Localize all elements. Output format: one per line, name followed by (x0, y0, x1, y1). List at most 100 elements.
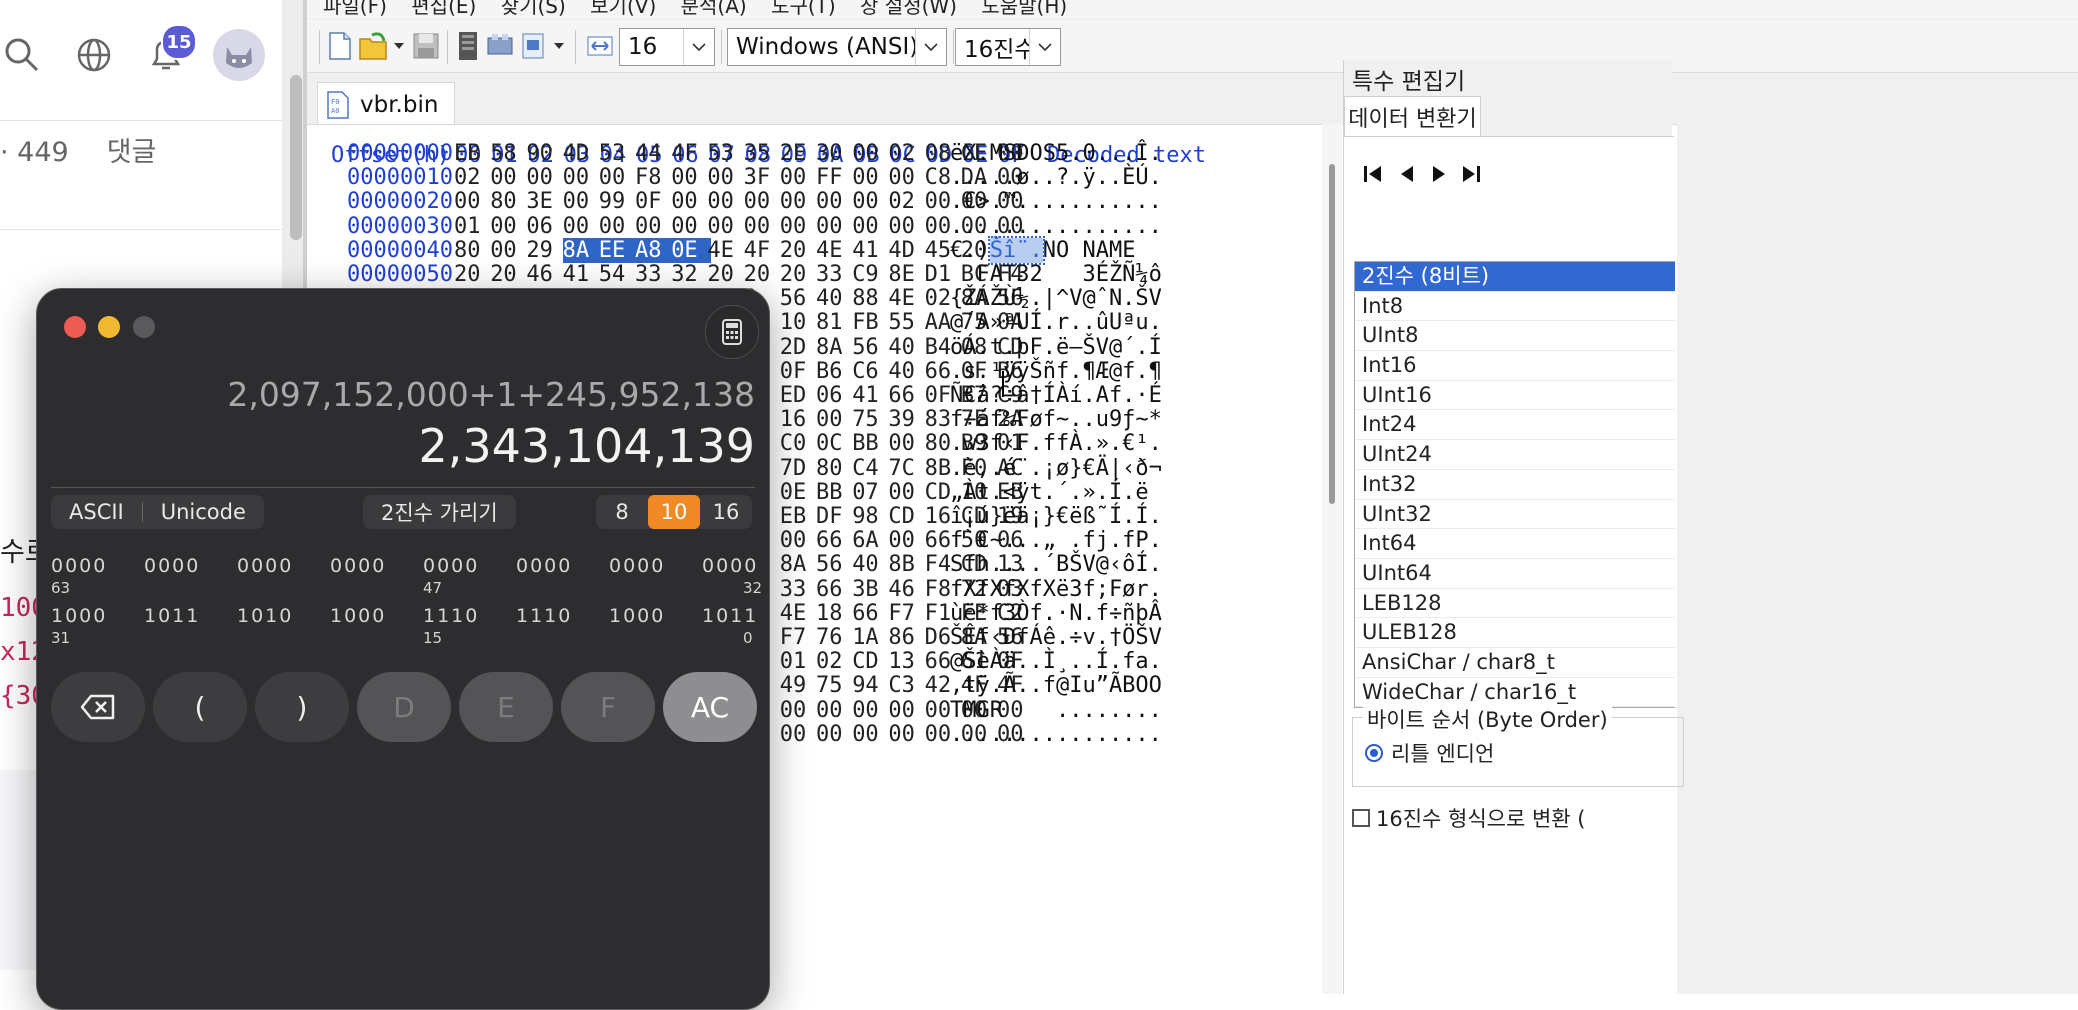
hex-byte[interactable]: 00 (707, 165, 747, 190)
decoded-text[interactable]: f`€~...„ .fj.fP. (950, 528, 1162, 553)
menu-item[interactable]: 파일(F) (323, 0, 387, 18)
hex-byte[interactable]: 53 (707, 141, 747, 166)
hex-byte[interactable]: 32 (671, 262, 711, 287)
decoded-text[interactable]: €.)Šî¨.NO NAME (950, 235, 1135, 265)
hex-byte[interactable]: 00 (816, 722, 856, 747)
open-file-icon[interactable] (357, 28, 391, 64)
hex-byte[interactable]: 4E (780, 601, 820, 626)
menu-item[interactable]: 도움말(H) (981, 0, 1067, 18)
hex-byte[interactable]: 41 (852, 383, 892, 408)
new-file-icon[interactable] (325, 28, 355, 64)
hex-byte[interactable]: 00 (599, 214, 639, 239)
hex-byte[interactable]: 94 (852, 673, 892, 698)
hex-e-button[interactable]: E (459, 672, 553, 742)
calculator-mode-icon[interactable] (705, 305, 759, 359)
hex-byte[interactable]: 00 (816, 214, 856, 239)
bit-group[interactable]: 1010 (237, 605, 293, 627)
hex-byte[interactable]: 00 (563, 189, 603, 214)
hex-byte[interactable]: 7C (888, 456, 928, 481)
hex-byte[interactable]: 8A (816, 335, 856, 360)
decoded-text[interactable]: ................ (950, 722, 1162, 747)
hex-byte[interactable]: 06 (816, 383, 856, 408)
decoded-text[interactable]: .s.¹ÿÿŠñf.¶Æ@f.¶ (950, 359, 1162, 384)
hex-byte[interactable]: EB (454, 141, 494, 166)
decoded-text[interactable]: öÁ.t.þF.ë–ŠV@´.Í (950, 335, 1162, 360)
hex-byte[interactable]: CD (852, 649, 892, 674)
open-paren-button[interactable]: ( (153, 672, 247, 742)
hex-byte[interactable]: 33 (635, 262, 675, 287)
hex-byte[interactable]: 00 (888, 480, 928, 505)
hex-byte[interactable]: 00 (888, 431, 928, 456)
data-type-row[interactable]: UInt64 (1355, 559, 1675, 589)
data-type-row[interactable]: Int8 (1355, 292, 1675, 322)
bit-group[interactable]: 1110 (423, 605, 479, 627)
menu-item[interactable]: 보기(V) (590, 0, 656, 18)
hex-byte[interactable]: 20 (780, 262, 820, 287)
data-type-row[interactable]: WideChar / char16_t (1355, 678, 1675, 708)
hex-byte[interactable]: 46 (888, 577, 928, 602)
decoded-text[interactable]: ,tÿ.Ã..f@Iu”ÃBOO (950, 673, 1162, 698)
hex-byte[interactable]: 66 (888, 383, 928, 408)
decoded-text[interactable]: î¡ú}ëä¡}€ëß˜Í.Í. (950, 504, 1162, 529)
hex-byte[interactable]: 0E (780, 480, 820, 505)
hex-byte[interactable]: 44 (635, 141, 675, 166)
hex-byte[interactable]: 33 (780, 577, 820, 602)
hex-byte[interactable]: C4 (852, 456, 892, 481)
decoded-text[interactable]: TMGR ........ (950, 698, 1162, 723)
hex-byte[interactable]: C9 (852, 262, 892, 287)
hex-byte[interactable]: 00 (780, 528, 820, 553)
globe-icon[interactable] (69, 30, 119, 80)
save-icon[interactable] (411, 28, 441, 64)
hex-byte[interactable]: 33 (816, 262, 856, 287)
hex-byte[interactable]: 20 (490, 262, 530, 287)
hex-d-button[interactable]: D (357, 672, 451, 742)
hex-byte[interactable]: FB (852, 310, 892, 335)
hex-byte[interactable]: 4E (816, 238, 856, 263)
hex-byte[interactable]: 39 (888, 407, 928, 432)
hex-byte[interactable]: 02 (816, 649, 856, 674)
menu-item[interactable]: 편집(E) (411, 0, 476, 18)
hex-byte[interactable]: BB (816, 480, 856, 505)
chevron-down-icon[interactable] (391, 28, 407, 64)
hex-byte[interactable]: 4F (671, 141, 711, 166)
decoded-text[interactable]: fXfXfXfXë3f;Før. (950, 577, 1162, 602)
decoded-text[interactable]: f÷áf‰Føf~..u9ƒ~* (950, 407, 1162, 432)
all-clear-button[interactable]: AC (663, 672, 757, 742)
hex-byte[interactable]: 20 (454, 262, 494, 287)
bit-group[interactable]: 0000 (237, 555, 293, 577)
hex-byte[interactable]: 00 (852, 189, 892, 214)
hex-byte[interactable]: 40 (816, 286, 856, 311)
hex-byte[interactable]: 00 (707, 214, 747, 239)
hex-byte[interactable]: 3F (744, 165, 784, 190)
hex-byte[interactable]: 00 (490, 165, 530, 190)
hex-byte[interactable]: 00 (780, 698, 820, 723)
hex-byte[interactable]: 00 (888, 528, 928, 553)
hex-byte[interactable]: BB (852, 431, 892, 456)
column-width-icon[interactable] (585, 28, 615, 64)
hex-byte[interactable]: 20 (744, 262, 784, 287)
hex-byte[interactable]: EE (598, 237, 639, 263)
decoded-text[interactable]: „Àt.<ÿt.´.».Í.ë (950, 480, 1149, 505)
bit-group[interactable]: 0000 (330, 555, 386, 577)
tab-data-converter[interactable]: 데이터 변환기 (1344, 96, 1481, 137)
bytes-per-row-select[interactable]: 16 (619, 28, 715, 66)
hex-byte[interactable]: 00 (852, 141, 892, 166)
bit-group[interactable]: 0000 (702, 555, 758, 577)
decoded-text[interactable]: @ŠèÀä..Ì¸..Í.fa. (950, 649, 1162, 674)
hex-byte[interactable]: 6A (852, 528, 892, 553)
hex-byte[interactable]: C0 (780, 431, 820, 456)
hex-byte[interactable]: 55 (888, 310, 928, 335)
hex-byte[interactable]: F7 (780, 625, 820, 650)
data-type-row[interactable]: LEB128 (1355, 589, 1675, 619)
hex-byte[interactable]: 10 (780, 310, 820, 335)
hex-byte[interactable]: 75 (852, 407, 892, 432)
hex-byte[interactable]: 8B (888, 552, 928, 577)
hex-byte[interactable]: 00 (852, 698, 892, 723)
avatar[interactable] (213, 29, 265, 81)
hex-byte[interactable]: C3 (888, 673, 928, 698)
scrollbar-thumb[interactable] (290, 75, 302, 240)
hex-byte[interactable]: 66 (816, 528, 856, 553)
decoded-text[interactable]: .w3f‹F.ffÀ.».€¹. (950, 431, 1162, 456)
scrollbar-thumb[interactable] (1329, 164, 1335, 504)
decoded-text[interactable]: ùë*f3Òf.·N.f÷ñþÂ (950, 601, 1162, 626)
